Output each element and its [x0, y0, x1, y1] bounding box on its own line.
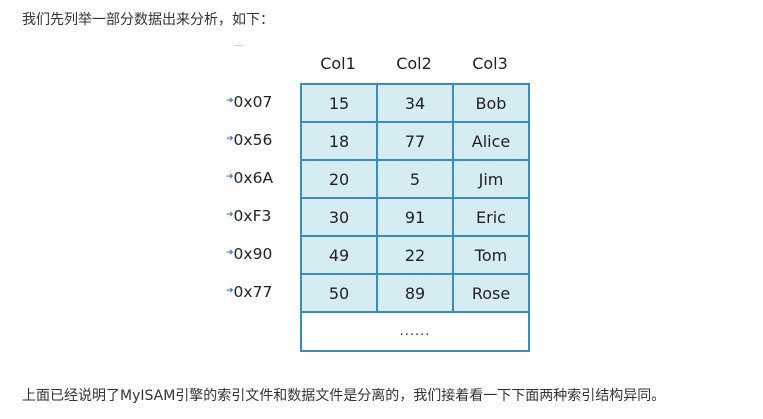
- address-text: 0x6A: [233, 169, 274, 187]
- table-row: 15 34 Bob: [302, 85, 528, 123]
- arrow-right-icon: ➜: [226, 286, 234, 296]
- table-cell: 77: [378, 123, 454, 159]
- row-address-labels: ➜ 0x07 ➜ 0x56 ➜ 0x6A ➜ 0xF3 ➜ 0x90 ➜ 0x77: [226, 83, 298, 311]
- address-text: 0xF3: [233, 207, 272, 225]
- table-cell: Jim: [454, 161, 528, 197]
- table-cell: 20: [302, 161, 378, 197]
- arrow-right-icon: ➜: [226, 172, 234, 182]
- table-cell: Tom: [454, 237, 528, 273]
- table-cell: 22: [378, 237, 454, 273]
- arrow-right-icon: ➜: [226, 96, 234, 106]
- row-address: ➜ 0x90: [226, 235, 298, 273]
- table-cell: Bob: [454, 85, 528, 121]
- table-cell: 18: [302, 123, 378, 159]
- table-cell: 91: [378, 199, 454, 235]
- table-cell: 5: [378, 161, 454, 197]
- column-header: Col3: [472, 54, 508, 73]
- table-cell: 49: [302, 237, 378, 273]
- row-address: ➜ 0x56: [226, 121, 298, 159]
- table-cell: Eric: [454, 199, 528, 235]
- address-text: 0x77: [233, 283, 273, 301]
- table-cell: Rose: [454, 275, 528, 311]
- table-cell: 89: [378, 275, 454, 311]
- column-header: Col1: [320, 54, 356, 73]
- column-header: Col2: [396, 54, 432, 73]
- row-address: ➜ 0xF3: [226, 197, 298, 235]
- row-address: ➜ 0x6A: [226, 159, 298, 197]
- row-address: ➜ 0x77: [226, 273, 298, 311]
- address-text: 0x90: [233, 245, 273, 263]
- arrow-right-icon: ➜: [226, 134, 234, 144]
- arrow-right-icon: ➜: [226, 248, 234, 258]
- data-grid: 15 34 Bob 18 77 Alice 20 5 Jim 30 91 Eri…: [300, 83, 530, 352]
- ellipsis-row: ......: [302, 313, 528, 350]
- table-row: 30 91 Eric: [302, 199, 528, 237]
- row-address: ➜ 0x07: [226, 83, 298, 121]
- outro-paragraph: 上面已经说明了MyISAM引擎的索引文件和数据文件是分离的，我们接着看一下下面两…: [22, 388, 666, 404]
- table-cell: Alice: [454, 123, 528, 159]
- column-headers: Col1 Col2 Col3: [300, 50, 530, 80]
- table-cell: 50: [302, 275, 378, 311]
- table-row: 20 5 Jim: [302, 161, 528, 199]
- table-row: 18 77 Alice: [302, 123, 528, 161]
- arrow-right-icon: ➜: [226, 210, 234, 220]
- table-row: 49 22 Tom: [302, 237, 528, 275]
- intro-paragraph: 我们先列举一部分数据出来分析，如下：: [22, 12, 274, 28]
- table-cell: 30: [302, 199, 378, 235]
- data-table-figure: Col1 Col2 Col3 ➜ 0x07 ➜ 0x56 ➜ 0x6A ➜ 0xF3 ➜…: [226, 50, 536, 356]
- table-cell: 34: [378, 85, 454, 121]
- table-cell: 15: [302, 85, 378, 121]
- address-text: 0x07: [233, 93, 273, 111]
- table-row: 50 89 Rose: [302, 275, 528, 313]
- divider-tick: [234, 45, 243, 46]
- address-text: 0x56: [233, 131, 273, 149]
